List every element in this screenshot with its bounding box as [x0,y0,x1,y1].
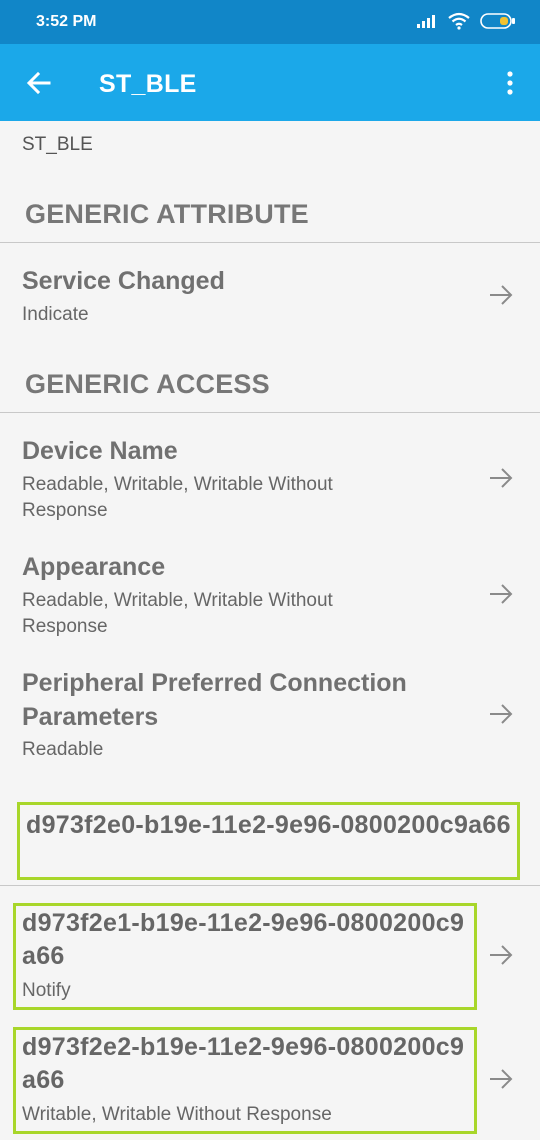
more-vert-icon [507,71,513,95]
battery-icon [480,13,515,29]
characteristic-row-service-changed[interactable]: Service Changed Indicate [0,251,540,331]
service-header-generic-attribute: GENERIC ATTRIBUTE [25,199,309,229]
overflow-menu-button[interactable] [498,70,522,98]
characteristic-row-device-name[interactable]: Device Name Readable, Writable, Writable… [0,421,540,531]
status-time: 3:52 PM [36,13,97,30]
characteristic-row-peripheral-preferred-connection-parameters[interactable]: Peripheral Preferred Connection Paramete… [0,653,540,773]
characteristic-properties: Writable, Writable Without Response [22,1104,332,1125]
characteristic-properties: Readable, Writable, Writable Without Res… [22,590,333,637]
service-uuid: d973f2e0-b19e-11e2-9e96-0800200c9a66 [26,811,511,839]
arrow-right-icon [490,285,513,305]
device-label: ST_BLE [22,134,93,155]
arrow-left-icon [26,71,51,95]
arrow-right-icon [490,584,513,604]
service-header-custom: d973f2e0-b19e-11e2-9e96-0800200c9a66 [17,802,520,880]
app-bar: ST_BLE [0,44,540,121]
characteristic-name: d973f2e2-b19e-11e2-9e96-0800200c9a66 [22,1033,465,1094]
arrow-right-icon [490,1069,513,1089]
arrow-right-icon [490,945,513,965]
characteristic-name: Peripheral Preferred Connection Paramete… [22,669,407,731]
characteristic-row-d973f2e1[interactable]: d973f2e1-b19e-11e2-9e96-0800200c9a66 Not… [0,903,540,1013]
divider [0,242,540,243]
characteristic-name: d973f2e1-b19e-11e2-9e96-0800200c9a66 [22,909,465,970]
characteristic-row-appearance[interactable]: Appearance Readable, Writable, Writable … [0,537,540,647]
divider [0,412,540,413]
page-title: ST_BLE [99,70,197,98]
characteristic-properties: Indicate [22,304,89,325]
services-list[interactable]: ST_BLE GENERIC ATTRIBUTE Service Changed… [0,121,540,1140]
characteristic-properties: Notify [22,980,71,1001]
characteristic-name: Appearance [22,553,166,581]
arrow-right-icon [490,468,513,488]
back-button[interactable] [24,68,54,98]
characteristic-properties: Readable, Writable, Writable Without Res… [22,474,333,521]
characteristic-name: Device Name [22,437,178,465]
signal-icon [417,15,435,28]
characteristic-row-d973f2e2[interactable]: d973f2e2-b19e-11e2-9e96-0800200c9a66 Wri… [0,1027,540,1140]
divider [0,885,540,886]
status-bar: 3:52 PM [0,0,540,44]
characteristic-name: Service Changed [22,267,225,295]
arrow-right-icon [490,704,513,724]
characteristic-properties: Readable [22,739,104,760]
wifi-icon [448,12,470,30]
status-icons [416,12,516,30]
service-header-generic-access: GENERIC ACCESS [25,369,270,399]
